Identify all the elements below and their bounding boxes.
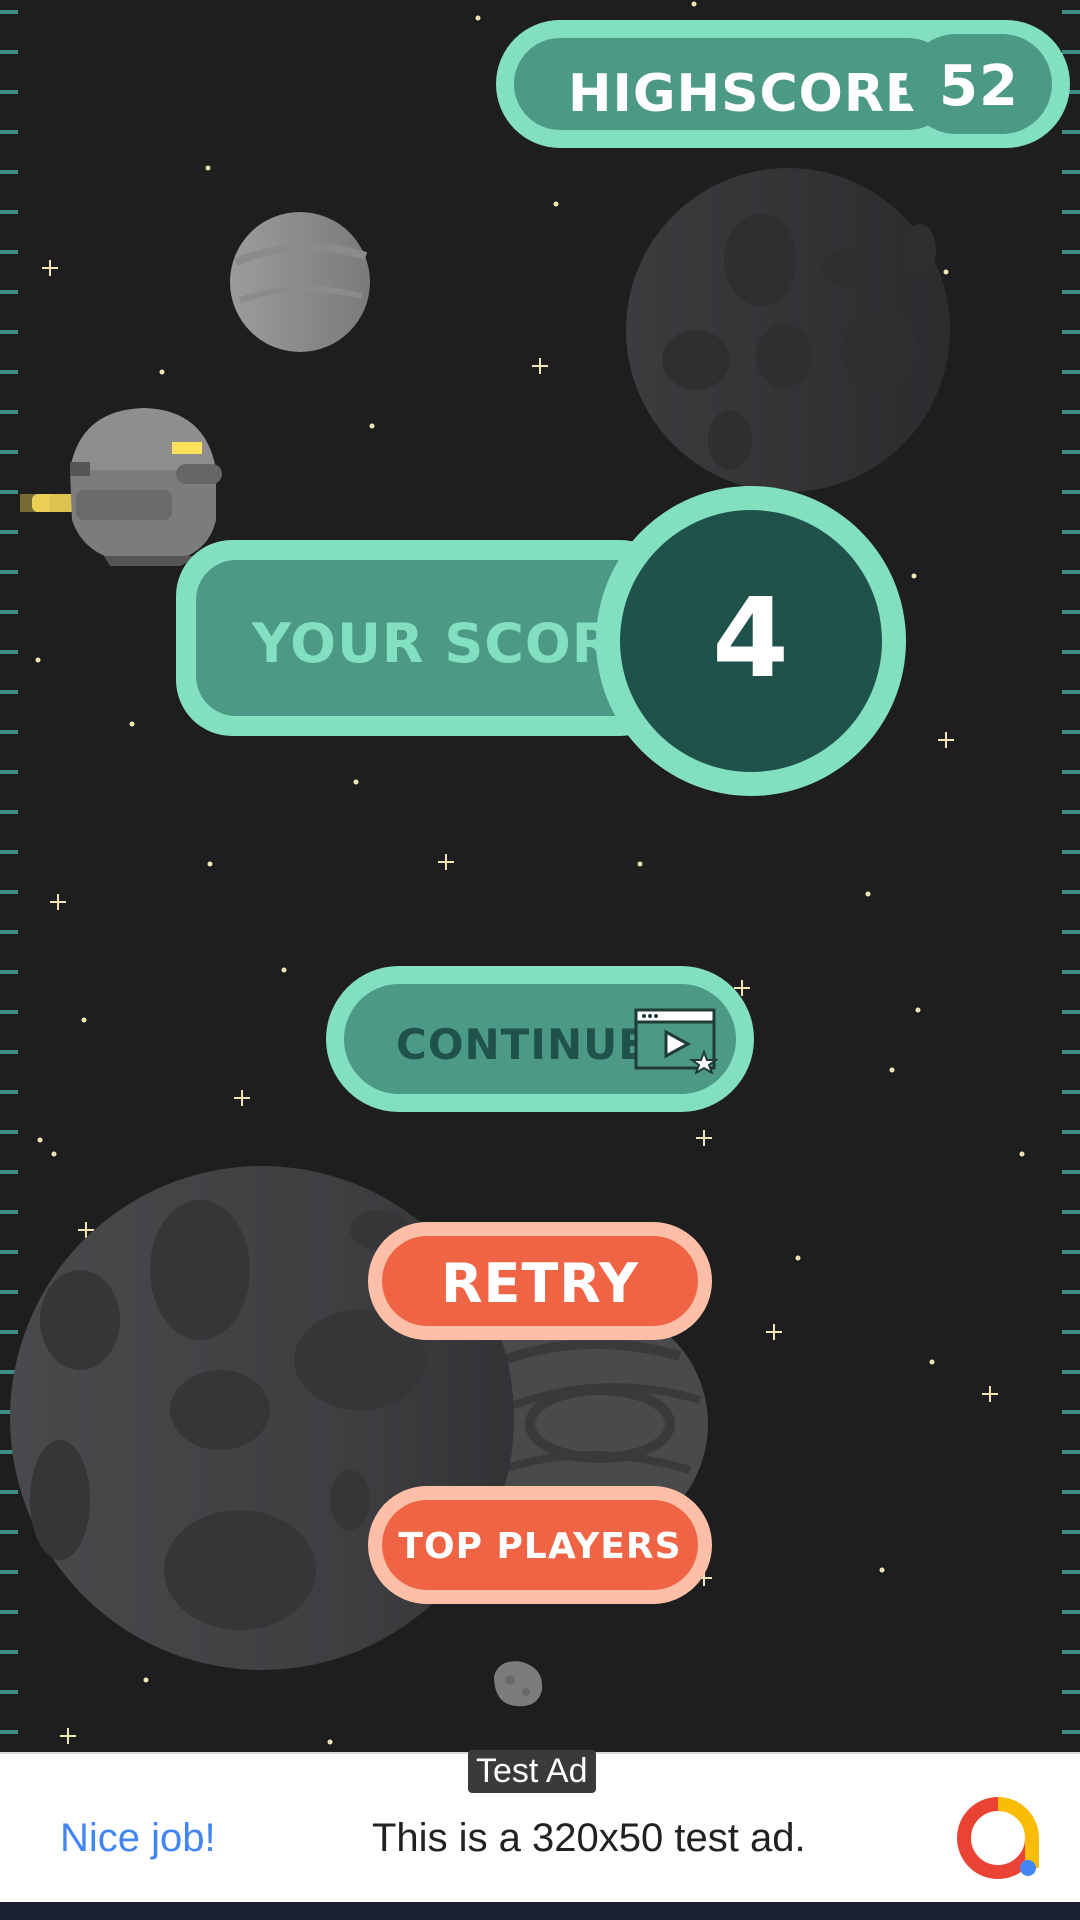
- continue-button[interactable]: CONTINUE: [326, 966, 754, 1112]
- game-scene: HIGHSCORE 52 YOUR SCORE 4 CONTINUE RETRY…: [0, 0, 1080, 1752]
- retry-button-inner: RETRY: [382, 1236, 698, 1326]
- retry-button[interactable]: RETRY: [368, 1222, 712, 1340]
- retry-label: RETRY: [440, 1252, 640, 1315]
- spaceship-icon: [20, 408, 222, 566]
- highscore-badge: 52: [906, 34, 1052, 134]
- continue-button-inner: CONTINUE: [344, 984, 736, 1094]
- planet-icon: [626, 168, 950, 492]
- system-nav-bar: [0, 1902, 1080, 1920]
- top-players-button[interactable]: TOP PLAYERS: [368, 1486, 712, 1604]
- your-score-circle: 4: [596, 486, 906, 796]
- left-edge-markers: [0, 10, 18, 1734]
- top-players-button-inner: TOP PLAYERS: [382, 1500, 698, 1590]
- your-score-circle-inner: 4: [620, 510, 882, 772]
- continue-label: CONTINUE: [396, 1020, 648, 1069]
- your-score-label-bg: YOUR SCORE: [196, 560, 656, 716]
- planet-icon: [230, 212, 370, 352]
- rewarded-video-icon: [634, 1008, 718, 1074]
- highscore-label: HIGHSCORE: [568, 64, 922, 124]
- ad-headline[interactable]: Nice job!: [60, 1816, 216, 1861]
- ad-logo-icon[interactable]: [956, 1796, 1040, 1880]
- asteroid-icon: [494, 1661, 543, 1707]
- your-score-value: 4: [712, 574, 790, 702]
- ad-banner[interactable]: Test Ad Nice job! This is a 320x50 test …: [0, 1750, 1080, 1902]
- right-edge-markers: [1062, 10, 1080, 1734]
- ad-tag: Test Ad: [468, 1750, 596, 1793]
- highscore-value: 52: [939, 54, 1019, 119]
- highscore-panel: HIGHSCORE 52: [496, 20, 1070, 148]
- ad-body: This is a 320x50 test ad.: [372, 1816, 806, 1860]
- top-players-label: TOP PLAYERS: [398, 1526, 682, 1567]
- highscore-label-bg: HIGHSCORE: [514, 38, 954, 130]
- your-score-label: YOUR SCORE: [252, 612, 653, 675]
